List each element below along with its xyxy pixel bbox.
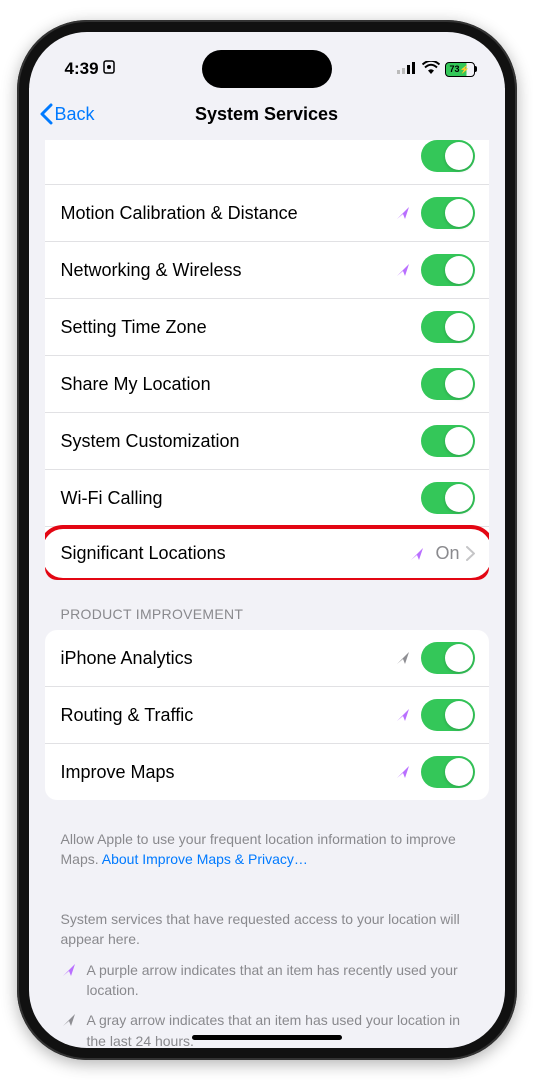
location-arrow-icon: [395, 205, 411, 221]
row-label: Share My Location: [61, 374, 421, 395]
legend-purple-text: A purple arrow indicates that an item ha…: [87, 960, 473, 1001]
row-routing-traffic[interactable]: Routing & Traffic: [45, 687, 489, 744]
row-label: System Customization: [61, 431, 421, 452]
chevron-left-icon: [39, 103, 53, 125]
back-label: Back: [55, 104, 95, 125]
row-label: Significant Locations: [61, 543, 410, 564]
privacy-link[interactable]: About Improve Maps & Privacy…: [102, 851, 308, 867]
content-scroll[interactable]: Motion Calibration & Distance Networking…: [29, 140, 505, 1048]
partial-row[interactable]: [45, 140, 489, 185]
legend-gray-text: A gray arrow indicates that an item has …: [87, 1010, 473, 1048]
page-title: System Services: [195, 104, 338, 125]
row-share-my-location[interactable]: Share My Location: [45, 356, 489, 413]
improve-maps-footer: Allow Apple to use your frequent locatio…: [45, 820, 489, 869]
row-label: Improve Maps: [61, 762, 395, 783]
row-improve-maps[interactable]: Improve Maps: [45, 744, 489, 800]
location-arrow-icon: [395, 707, 411, 723]
row-label: Wi-Fi Calling: [61, 488, 421, 509]
location-arrow-icon: [395, 764, 411, 780]
row-wifi-calling[interactable]: Wi-Fi Calling: [45, 470, 489, 527]
legend-intro: System services that have requested acce…: [61, 909, 473, 950]
toggle-iphone-analytics[interactable]: [421, 642, 475, 674]
row-significant-locations[interactable]: Significant Locations On: [45, 527, 489, 580]
nav-bar: Back System Services: [29, 88, 505, 140]
toggle-motion-calibration[interactable]: [421, 197, 475, 229]
cellular-icon: [397, 59, 417, 79]
status-time: 4:39: [65, 59, 99, 79]
location-arrow-icon: [395, 262, 411, 278]
system-services-group: Motion Calibration & Distance Networking…: [45, 140, 489, 580]
row-label: Routing & Traffic: [61, 705, 395, 726]
toggle-system-customization[interactable]: [421, 425, 475, 457]
dynamic-island: [202, 50, 332, 88]
toggle-share-my-location[interactable]: [421, 368, 475, 400]
battery-icon: 73⚡: [445, 62, 477, 77]
row-system-customization[interactable]: System Customization: [45, 413, 489, 470]
back-button[interactable]: Back: [39, 103, 95, 125]
row-label: Setting Time Zone: [61, 317, 421, 338]
toggle-wifi-calling[interactable]: [421, 482, 475, 514]
row-motion-calibration[interactable]: Motion Calibration & Distance: [45, 185, 489, 242]
toggle-routing-traffic[interactable]: [421, 699, 475, 731]
location-arrow-icon: [61, 962, 77, 978]
home-indicator[interactable]: [192, 1035, 342, 1040]
toggle-partial[interactable]: [421, 140, 475, 172]
row-label: iPhone Analytics: [61, 648, 395, 669]
section-header-product-improvement: PRODUCT IMPROVEMENT: [45, 600, 489, 630]
row-networking-wireless[interactable]: Networking & Wireless: [45, 242, 489, 299]
legend-section: System services that have requested acce…: [45, 869, 489, 1048]
row-setting-time-zone[interactable]: Setting Time Zone: [45, 299, 489, 356]
row-iphone-analytics[interactable]: iPhone Analytics: [45, 630, 489, 687]
toggle-networking-wireless[interactable]: [421, 254, 475, 286]
location-arrow-icon: [395, 650, 411, 666]
chevron-right-icon: [466, 546, 475, 561]
phone-frame: 4:39 73⚡ Back: [17, 20, 517, 1060]
toggle-improve-maps[interactable]: [421, 756, 475, 788]
row-label: Networking & Wireless: [61, 260, 395, 281]
location-arrow-icon: [409, 546, 425, 562]
phone-screen: 4:39 73⚡ Back: [29, 32, 505, 1048]
location-arrow-icon: [61, 1012, 77, 1028]
row-label: Motion Calibration & Distance: [61, 203, 395, 224]
wifi-icon: [422, 59, 440, 79]
product-improvement-group: iPhone Analytics Routing & Traffic Impro…: [45, 630, 489, 800]
row-value: On: [435, 543, 459, 564]
toggle-setting-time-zone[interactable]: [421, 311, 475, 343]
lock-indicator-icon: [103, 59, 115, 79]
